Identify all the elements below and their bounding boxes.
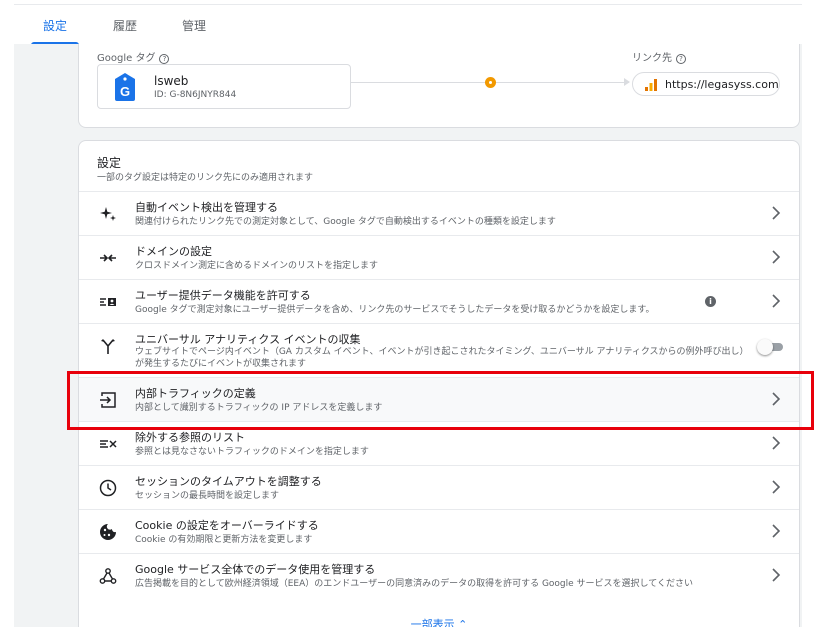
highlight-annotation bbox=[67, 371, 814, 430]
merge-arrows-icon bbox=[100, 254, 116, 262]
google-tag-icon: G bbox=[115, 73, 135, 101]
sparkle-icon bbox=[100, 207, 116, 221]
tag-box[interactable]: G lsweb ID: G-8N6JNYR844 bbox=[97, 64, 351, 109]
tab-settings[interactable]: 設定 bbox=[43, 17, 67, 34]
tag-id: ID: G-8N6JNYR844 bbox=[154, 90, 237, 100]
help-icon[interactable]: ? bbox=[676, 54, 686, 64]
google-tag-card: Google タグ? リンク先? G lsweb ID: G-8N6JNYR84… bbox=[78, 44, 800, 128]
cookie-icon bbox=[100, 524, 116, 540]
connector-arrow bbox=[624, 78, 630, 86]
share-nodes-icon bbox=[99, 568, 117, 584]
setting-row-auto-event[interactable]: 自動イベント検出を管理する 関連付けられたリンク先での測定対象として、Googl… bbox=[79, 191, 799, 235]
chevron-right-icon bbox=[772, 524, 781, 538]
info-icon[interactable]: i bbox=[705, 296, 716, 307]
setting-row-domain[interactable]: ドメインの設定 クロスドメイン測定に含めるドメインのリストを指定します bbox=[79, 235, 799, 279]
help-icon[interactable]: ? bbox=[159, 54, 170, 64]
google-tag-letter: G bbox=[120, 84, 130, 99]
setting-row-ua-events: ユニバーサル アナリティクス イベントの収集 ウェブサイトでページ内イベント（G… bbox=[79, 323, 799, 377]
top-tab-bar: 設定 履歴 管理 bbox=[14, 4, 802, 45]
clock-icon bbox=[99, 479, 117, 497]
settings-subtitle: 一部のタグ設定は特定のリンク先にのみ適用されます bbox=[97, 173, 314, 183]
link-url: https://legasyss.com bbox=[665, 78, 779, 91]
chevron-right-icon bbox=[772, 568, 781, 582]
chevron-right-icon bbox=[772, 480, 781, 494]
setting-row-data-usage[interactable]: Google サービス全体でのデータ使用を管理する 広告掲載を目的として欧州経済… bbox=[79, 553, 799, 597]
tag-name: lsweb bbox=[154, 74, 189, 88]
analytics-bars-icon bbox=[645, 79, 657, 91]
content-area: Google タグ? リンク先? G lsweb ID: G-8N6JNYR84… bbox=[14, 44, 802, 627]
chevron-right-icon bbox=[772, 206, 781, 220]
chevron-right-icon bbox=[772, 294, 781, 308]
user-data-icon bbox=[100, 298, 116, 306]
link-url-chip[interactable]: https://legasyss.com bbox=[632, 72, 780, 96]
link-destination-label: リンク先? bbox=[632, 49, 686, 64]
warning-status-dot bbox=[485, 77, 496, 88]
fork-icon bbox=[101, 339, 115, 354]
settings-title: 設定 bbox=[97, 156, 122, 170]
chevron-right-icon bbox=[772, 436, 781, 450]
setting-row-user-data[interactable]: ユーザー提供データ機能を許可する Google タグで測定対象にユーザー提供デー… bbox=[79, 279, 799, 323]
exclude-list-icon bbox=[100, 440, 117, 448]
setting-row-session-timeout[interactable]: セッションのタイムアウトを調整する セッションの最長時間を設定します bbox=[79, 465, 799, 509]
ua-events-toggle[interactable] bbox=[757, 339, 783, 355]
chevron-right-icon bbox=[772, 250, 781, 264]
tab-admin[interactable]: 管理 bbox=[182, 17, 206, 34]
setting-row-cookie[interactable]: Cookie の設定をオーバーライドする Cookie の有効期限と更新方法を変… bbox=[79, 509, 799, 553]
show-less-button[interactable]: 一部表示 ⌃ bbox=[79, 616, 799, 627]
google-tag-label: Google タグ? bbox=[97, 49, 170, 64]
tab-history[interactable]: 履歴 bbox=[113, 17, 137, 34]
